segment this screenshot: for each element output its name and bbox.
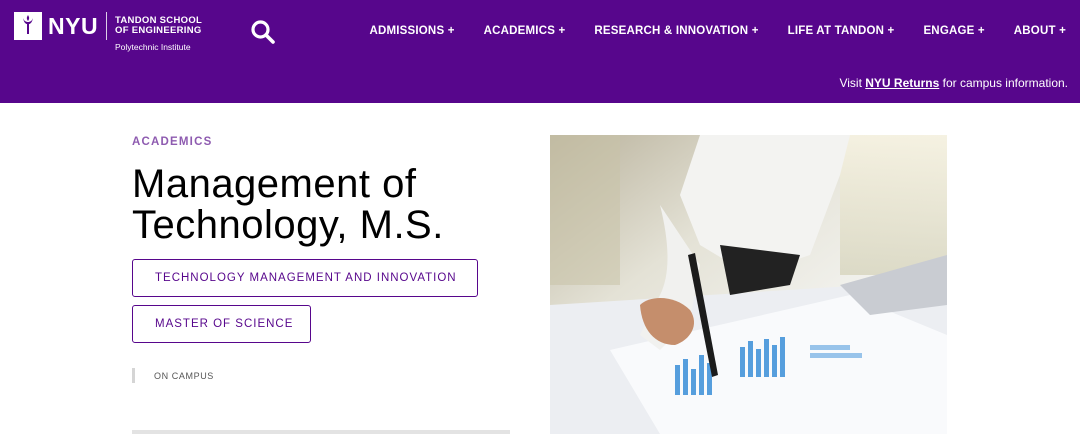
logo-subtitle: Polytechnic Institute	[115, 42, 191, 52]
site-header: NYU TANDON SCHOOL OF ENGINEERING Polytec…	[0, 0, 1080, 103]
campus-indicator-bar	[132, 368, 135, 383]
nyu-returns-link[interactable]: NYU Returns	[865, 76, 939, 90]
nav-academics[interactable]: ACADEMICS +	[484, 24, 566, 38]
campus-label: ON CAMPUS	[154, 371, 214, 381]
tag-technology-management[interactable]: TECHNOLOGY MANAGEMENT AND INNOVATION	[132, 259, 478, 297]
logo-divider	[106, 12, 107, 40]
notice-prefix: Visit	[839, 76, 866, 90]
page-title: Management of Technology, M.S.	[132, 162, 444, 247]
nav-life-at-tandon[interactable]: LIFE AT TANDON +	[788, 24, 895, 38]
search-icon[interactable]	[250, 19, 276, 45]
nav-engage[interactable]: ENGAGE +	[923, 24, 984, 38]
hero-photo-illustration	[550, 135, 947, 434]
school-name-line2: OF ENGINEERING	[115, 25, 202, 36]
campus-notice: Visit NYU Returns for campus information…	[839, 76, 1068, 90]
notice-suffix: for campus information.	[939, 76, 1068, 90]
section-divider	[132, 430, 510, 434]
nav-research-innovation[interactable]: RESEARCH & INNOVATION +	[594, 24, 758, 38]
tag-master-of-science[interactable]: MASTER OF SCIENCE	[132, 305, 311, 343]
nav-about[interactable]: ABOUT +	[1014, 24, 1066, 38]
nav-admissions[interactable]: ADMISSIONS +	[369, 24, 454, 38]
hero-photo	[550, 135, 947, 434]
nyu-wordmark: NYU	[48, 13, 99, 39]
main-nav: ADMISSIONS + ACADEMICS + RESEARCH & INNO…	[369, 24, 1066, 38]
breadcrumb-academics[interactable]: ACADEMICS	[132, 136, 212, 148]
nyu-torch-icon	[14, 12, 42, 40]
